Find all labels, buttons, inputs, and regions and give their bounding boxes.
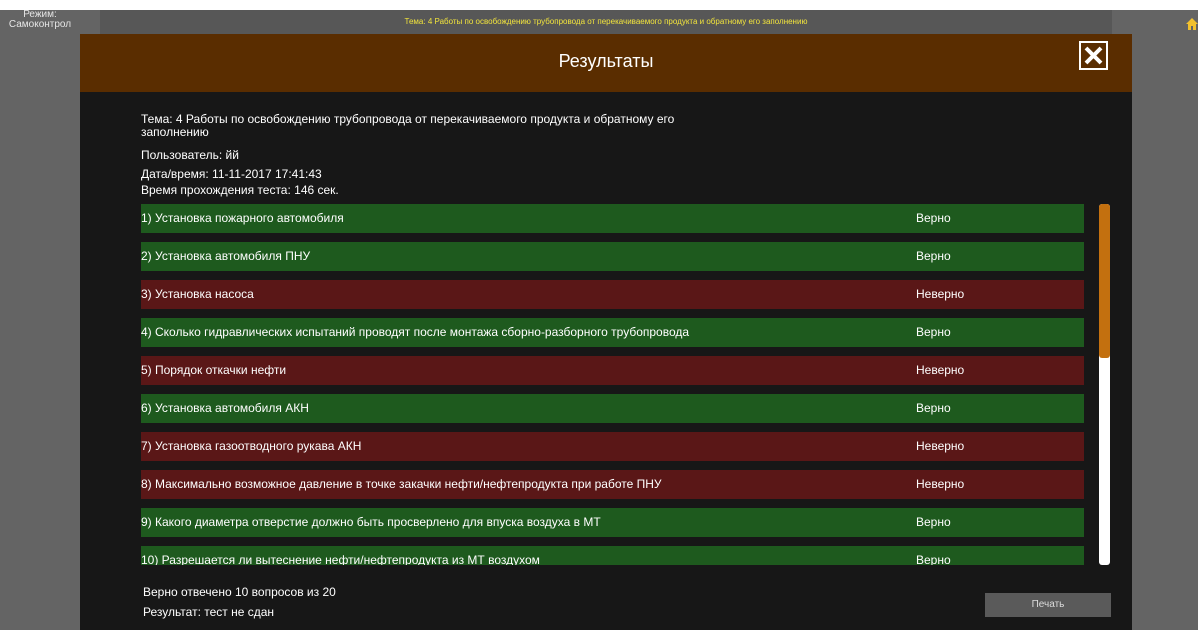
question-row: 10) Разрешается ли вытеснение нефти/нефт… — [141, 546, 1084, 565]
scrollbar[interactable] — [1099, 204, 1110, 565]
question-text: 7) Установка газоотводного рукава АКН — [141, 439, 362, 453]
question-result: Верно — [916, 553, 951, 565]
mode-indicator: Режим: Самоконтрол — [0, 10, 80, 30]
question-text: 2) Установка автомобиля ПНУ — [141, 249, 311, 263]
question-text: 5) Порядок откачки нефти — [141, 363, 287, 377]
question-row: 4) Сколько гидравлических испытаний пров… — [141, 318, 1084, 347]
mode-label-line2: Самоконтрол — [8, 19, 72, 30]
dialog-title: Результаты — [558, 51, 654, 71]
question-row: 6) Установка автомобиля АКН Верно — [141, 394, 1084, 423]
top-strip — [0, 0, 1198, 10]
dialog-header: Результаты — [80, 34, 1132, 92]
question-text: 4) Сколько гидравлических испытаний пров… — [141, 325, 690, 339]
scrollbar-thumb[interactable] — [1099, 204, 1110, 358]
topic-line1: Тема: 4 Работы по освобождению трубопров… — [141, 112, 675, 126]
question-result: Неверно — [916, 287, 965, 301]
question-result: Неверно — [916, 477, 965, 491]
duration-info: Время прохождения теста: 146 сек. — [141, 183, 339, 197]
question-row: 5) Порядок откачки нефти Неверно — [141, 356, 1084, 385]
question-text: 6) Установка автомобиля АКН — [141, 401, 309, 415]
question-result: Верно — [916, 211, 951, 225]
question-result: Неверно — [916, 439, 965, 453]
question-row: 3) Установка насоса Неверно — [141, 280, 1084, 309]
question-row: 9) Какого диаметра отверстие должно быть… — [141, 508, 1084, 537]
summary-correct-count: Верно отвечено 10 вопросов из 20 — [143, 585, 336, 599]
user-info: Пользователь: йй — [141, 148, 239, 162]
question-row: 8) Максимально возможное давление в точк… — [141, 470, 1084, 499]
question-result: Верно — [916, 515, 951, 529]
question-text: 8) Максимально возможное давление в точк… — [141, 477, 662, 491]
topic-line2: заполнению — [141, 125, 209, 139]
question-row: 2) Установка автомобиля ПНУ Верно — [141, 242, 1084, 271]
close-button[interactable] — [1079, 41, 1108, 70]
datetime-info: Дата/время: 11-11-2017 17:41:43 — [141, 167, 322, 181]
close-icon — [1084, 46, 1103, 65]
question-result: Верно — [916, 249, 951, 263]
print-button[interactable]: Печать — [985, 593, 1111, 617]
question-result: Неверно — [916, 363, 965, 377]
questions-list[interactable]: 1) Установка пожарного автомобиля Верно … — [141, 204, 1084, 565]
summary-result: Результат: тест не сдан — [143, 605, 275, 619]
home-icon[interactable] — [1185, 17, 1198, 31]
question-text: 1) Установка пожарного автомобиля — [141, 211, 344, 225]
question-row: 1) Установка пожарного автомобиля Верно — [141, 204, 1084, 233]
results-dialog: Результаты Тема: 4 Работы по освобождени… — [80, 34, 1132, 630]
question-text: 10) Разрешается ли вытеснение нефти/нефт… — [141, 553, 540, 565]
question-text: 3) Установка насоса — [141, 287, 254, 301]
question-result: Верно — [916, 401, 951, 415]
question-row: 7) Установка газоотводного рукава АКН Не… — [141, 432, 1084, 461]
question-result: Верно — [916, 325, 951, 339]
theme-bar: Тема: 4 Работы по освобождению трубопров… — [100, 10, 1112, 34]
question-text: 9) Какого диаметра отверстие должно быть… — [141, 515, 601, 529]
